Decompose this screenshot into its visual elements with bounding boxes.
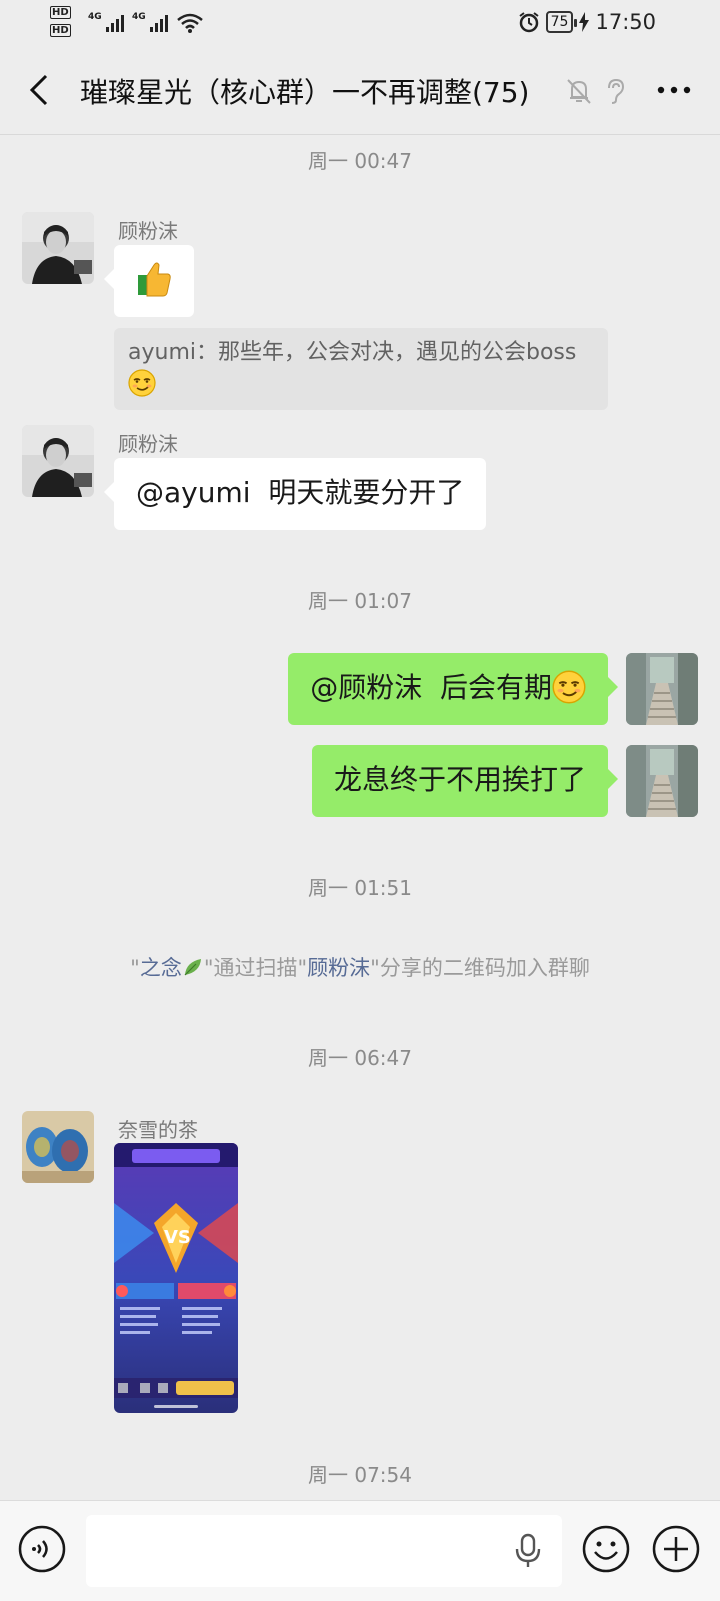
hd-indicator-1: HD: [50, 6, 71, 19]
system-message: "之念 "通过扫描"顾粉沫"分享的二维码加入群聊: [130, 956, 590, 980]
message-input[interactable]: [86, 1515, 562, 1587]
quoted-text: ayumi：那些年，公会对决，遇见的公会boss: [128, 340, 577, 365]
timestamp: 周一 00:47: [308, 149, 412, 173]
message-text: @ayumi 明天就要分开了: [136, 476, 465, 509]
message-list[interactable]: 周一 00:47 顾粉沫 ayumi：那些年，公会对决，遇见的公会boss 顾粉…: [0, 135, 720, 1500]
avatar[interactable]: [22, 1111, 94, 1183]
sender-name: 奈雪的茶: [118, 1118, 198, 1142]
timestamp: 周一 01:51: [308, 876, 412, 900]
signal-icon: 4G: [132, 12, 168, 34]
plus-icon[interactable]: [652, 1525, 700, 1573]
sender-name: 顾粉沫: [118, 219, 178, 243]
clock: 17:50: [595, 10, 656, 34]
avatar[interactable]: [22, 212, 94, 284]
emoji-icon[interactable]: [582, 1525, 630, 1573]
smirk-emoji-icon: [128, 369, 156, 397]
alarm-icon: [519, 12, 539, 33]
wifi-icon: [177, 13, 203, 33]
avatar[interactable]: [22, 425, 94, 497]
member-name-link[interactable]: 顾粉沫: [307, 956, 370, 980]
message-text: 龙息终于不用挨打了: [333, 763, 586, 796]
input-bar: [0, 1500, 720, 1601]
sender-name: 顾粉沫: [118, 432, 178, 456]
quoted-message[interactable]: ayumi：那些年，公会对决，遇见的公会boss: [114, 328, 608, 410]
signal-indicators: 4G 4G: [88, 12, 204, 34]
timestamp-partial: 周一 07:54: [308, 1463, 412, 1487]
smirk-emoji-icon: [552, 670, 586, 704]
message-bubble-self[interactable]: @顾粉沫 后会有期: [288, 653, 618, 725]
mute-bell-icon: [567, 79, 591, 104]
charging-icon: [579, 12, 590, 32]
timestamp: 周一 06:47: [308, 1046, 412, 1070]
message-text: @顾粉沫 后会有期: [310, 671, 552, 704]
voice-icon[interactable]: [18, 1525, 66, 1573]
timestamp: 周一 01:07: [308, 589, 412, 613]
message-bubble[interactable]: [104, 245, 194, 317]
self-avatar[interactable]: [626, 653, 698, 725]
ear-icon: [608, 78, 625, 104]
battery-indicator: 75: [545, 11, 578, 33]
message-bubble[interactable]: @ayumi 明天就要分开了: [103, 458, 487, 530]
network-type-1: 4G: [88, 12, 102, 22]
hd-indicator-2: HD: [50, 24, 71, 37]
image-message[interactable]: VS: [114, 1143, 238, 1413]
more-icon[interactable]: [656, 78, 692, 102]
hd-indicators: HD HD: [50, 6, 73, 42]
thumbs-up-icon: [138, 262, 171, 297]
chat-title: 璀璨星光（核心群）一不再调整(75): [80, 76, 530, 109]
back-icon[interactable]: [24, 70, 56, 110]
status-right: 75 17:50: [518, 10, 656, 34]
self-avatar[interactable]: [626, 745, 698, 817]
leaf-icon: [184, 959, 201, 976]
status-bar: HD HD 4G 4G 75 17:50: [0, 0, 720, 48]
signal-icon: 4G: [88, 12, 124, 34]
svg-text:VS: VS: [164, 1227, 191, 1248]
message-bubble-self[interactable]: 龙息终于不用挨打了: [311, 745, 619, 817]
chat-header: 璀璨星光（核心群）一不再调整(75): [0, 48, 720, 135]
microphone-icon[interactable]: [514, 1533, 542, 1569]
member-name-link[interactable]: 之念: [140, 956, 182, 980]
network-type-2: 4G: [132, 12, 146, 22]
